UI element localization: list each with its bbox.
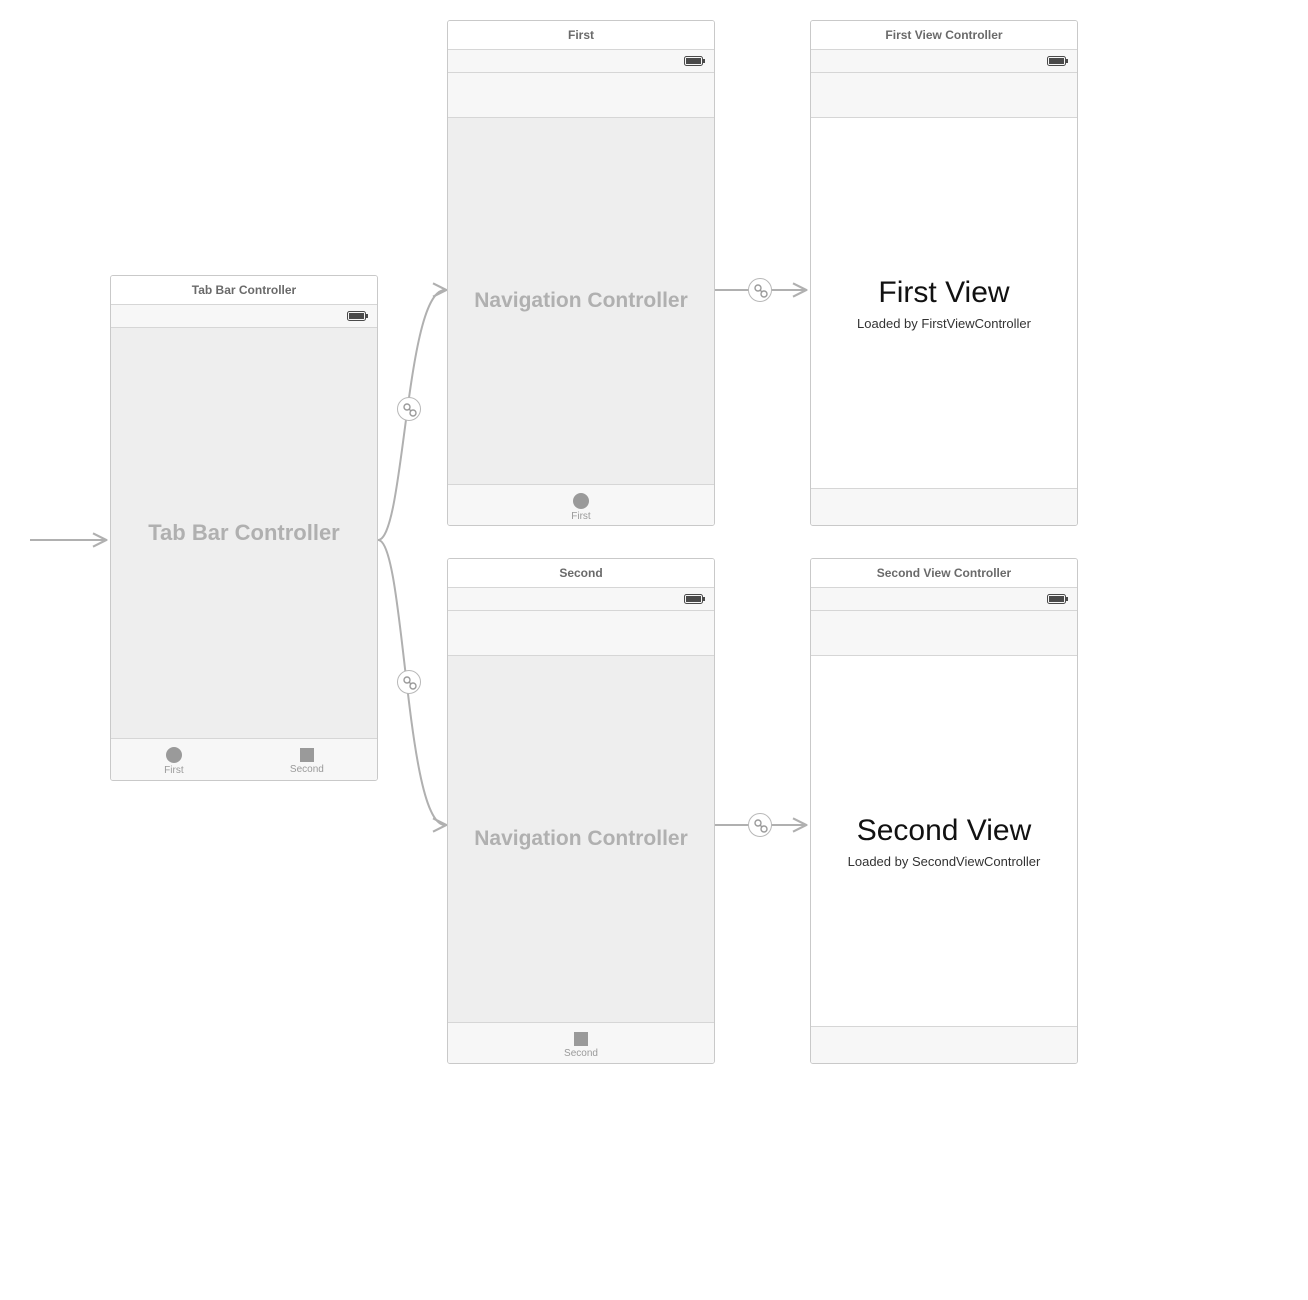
scene-title: First View Controller [811, 21, 1077, 50]
status-bar [811, 588, 1077, 611]
status-bar [111, 305, 377, 328]
status-bar [448, 588, 714, 611]
segue-relationship-icon [748, 813, 772, 837]
square-icon [300, 748, 314, 762]
navigation-bar [448, 611, 714, 656]
tab-bar-placeholder [811, 488, 1077, 526]
scene-first-vc[interactable]: First View Controller First View Loaded … [810, 20, 1078, 526]
placeholder-label: Navigation Controller [448, 289, 714, 313]
tab-item-first[interactable]: First [571, 493, 590, 522]
tab-label: First [571, 511, 590, 522]
tab-bar: Second [448, 1022, 714, 1064]
view-subtitle: Loaded by SecondViewController [811, 854, 1077, 869]
scene-title: Second View Controller [811, 559, 1077, 588]
battery-icon [347, 310, 369, 328]
tab-item-first[interactable]: First [164, 747, 183, 776]
battery-icon [1047, 593, 1069, 611]
square-icon [574, 1032, 588, 1046]
status-bar [448, 50, 714, 73]
tab-bar: First [448, 484, 714, 526]
circle-icon [166, 747, 182, 763]
navigation-bar [811, 611, 1077, 656]
segue-relationship-icon [397, 670, 421, 694]
placeholder-label: Navigation Controller [448, 827, 714, 851]
status-bar [811, 50, 1077, 73]
tab-bar-placeholder [811, 1026, 1077, 1064]
view-heading: First View [811, 276, 1077, 310]
scene-nav-second[interactable]: Second Navigation Controller Second [447, 558, 715, 1064]
scene-nav-first[interactable]: First Navigation Controller First [447, 20, 715, 526]
battery-icon [684, 593, 706, 611]
circle-icon [573, 493, 589, 509]
scene-title: First [448, 21, 714, 50]
view-subtitle: Loaded by FirstViewController [811, 316, 1077, 331]
navigation-bar [811, 73, 1077, 118]
placeholder-label: Tab Bar Controller [111, 520, 377, 546]
tab-label: First [164, 765, 183, 776]
tab-item-second[interactable]: Second [564, 1032, 598, 1059]
tab-bar: First Second [111, 738, 377, 781]
segue-relationship-icon [748, 278, 772, 302]
scene-second-vc[interactable]: Second View Controller Second View Loade… [810, 558, 1078, 1064]
view-heading: Second View [811, 814, 1077, 848]
scene-title: Second [448, 559, 714, 588]
tab-label: Second [564, 1048, 598, 1059]
scene-tab-bar-controller[interactable]: Tab Bar Controller Tab Bar Controller Fi… [110, 275, 378, 781]
navigation-bar [448, 73, 714, 118]
tab-item-second[interactable]: Second [290, 748, 324, 775]
segue-relationship-icon [397, 397, 421, 421]
scene-title: Tab Bar Controller [111, 276, 377, 305]
tab-label: Second [290, 764, 324, 775]
battery-icon [1047, 55, 1069, 73]
battery-icon [684, 55, 706, 73]
